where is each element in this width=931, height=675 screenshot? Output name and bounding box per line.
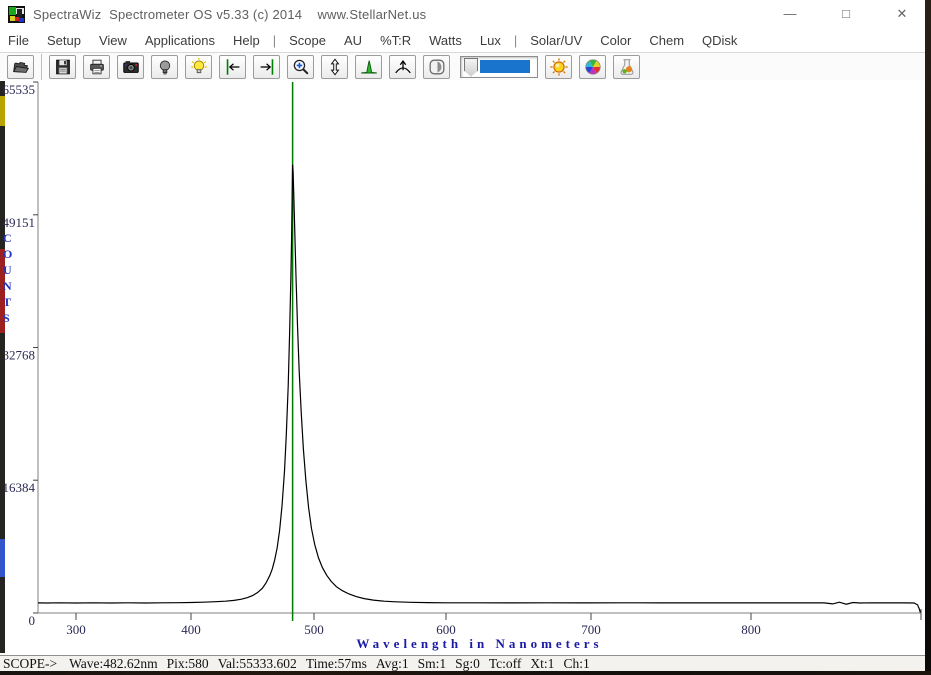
lamp-on-icon	[189, 57, 209, 77]
menu-item-scope[interactable]: Scope	[280, 29, 335, 52]
x-tick-label: 800	[741, 622, 761, 637]
y-tick-label: 0	[29, 613, 36, 628]
cursor-left-button[interactable]	[219, 55, 246, 79]
x-axis-title: Wavelength in Nanometers	[38, 636, 921, 652]
status-field: Time:57ms	[306, 656, 367, 672]
lamp-off-icon	[155, 57, 175, 77]
menu-item-watts[interactable]: Watts	[420, 29, 471, 52]
toolbar	[0, 53, 925, 81]
x-tick-label: 400	[181, 622, 201, 637]
status-field: Val:55333.602	[218, 656, 297, 672]
save-icon	[53, 57, 73, 77]
title-bar: SpectraWiz Spectrometer OS v5.33 (c) 201…	[0, 0, 925, 28]
autoscale-button[interactable]	[321, 55, 348, 79]
menu-item-qdisk[interactable]: QDisk	[693, 29, 746, 52]
menu-item-file[interactable]: File	[0, 29, 38, 52]
peak-arrow-icon	[393, 57, 413, 77]
menu-item--t-r[interactable]: %T:R	[371, 29, 420, 52]
camera-icon	[121, 57, 141, 77]
y-tick-label: 16384	[3, 480, 36, 495]
menu-item-setup[interactable]: Setup	[38, 29, 90, 52]
y-tick-label: 32768	[3, 348, 36, 363]
menu-item-au[interactable]: AU	[335, 29, 371, 52]
status-mode-label: SCOPE->	[3, 656, 57, 672]
autoscale-icon	[325, 57, 345, 77]
status-field: Wave:482.62nm	[69, 656, 158, 672]
status-field: Sm:1	[418, 656, 447, 672]
chem-analysis-button[interactable]	[613, 55, 640, 79]
x-tick-label: 500	[304, 622, 324, 637]
status-field: Xt:1	[530, 656, 554, 672]
lamp-on-button[interactable]	[185, 55, 212, 79]
minimize-button[interactable]: —	[775, 0, 805, 28]
y-axis-title: COUNTS	[3, 230, 15, 326]
status-field: Ch:1	[563, 656, 589, 672]
slider-thumb[interactable]	[464, 58, 478, 77]
chart-area[interactable]: 655354915132768163840300400500600700800 …	[0, 80, 925, 655]
menu-item-solar-uv[interactable]: Solar/UV	[521, 29, 591, 52]
menu-item-color[interactable]: Color	[591, 29, 640, 52]
slider-fill	[480, 60, 530, 73]
menu-separator: |	[269, 33, 280, 48]
menu-separator: |	[510, 33, 521, 48]
open-folder-icon	[11, 57, 31, 77]
status-bar: SCOPE-> Wave:482.62nm Pix:580 Val:55333.602…	[0, 655, 925, 672]
snapshot-button[interactable]	[117, 55, 144, 79]
spectrum-view-button[interactable]	[355, 55, 382, 79]
half-dark-icon	[427, 57, 447, 77]
window-controls: — □ ✕	[775, 0, 917, 28]
y-tick-label: 49151	[3, 215, 36, 230]
sun-icon	[549, 57, 569, 77]
desktop-edge-bottom	[0, 671, 931, 675]
x-tick-label: 300	[66, 622, 86, 637]
menu-item-help[interactable]: Help	[224, 29, 269, 52]
status-field: Pix:580	[167, 656, 209, 672]
status-field: Tc:off	[489, 656, 522, 672]
color-measure-button[interactable]	[579, 55, 606, 79]
spectrum-trace	[38, 165, 920, 613]
window-title: SpectraWiz Spectrometer OS v5.33 (c) 201…	[33, 7, 426, 22]
cursor-right-button[interactable]	[253, 55, 280, 79]
menu-bar: FileSetupViewApplicationsHelp|ScopeAU%T:…	[0, 28, 925, 53]
menu-item-view[interactable]: View	[90, 29, 136, 52]
x-tick-label: 600	[436, 622, 456, 637]
peak-hold-button[interactable]	[389, 55, 416, 79]
close-button[interactable]: ✕	[887, 0, 917, 28]
menu-item-applications[interactable]: Applications	[136, 29, 224, 52]
sun-irradiance-button[interactable]	[545, 55, 572, 79]
desktop-edge-right	[925, 0, 931, 675]
spectrum-plot[interactable]: 65535 49151 32768 16384 0 300 400 500 600 700 800	[0, 80, 925, 655]
menu-item-chem[interactable]: Chem	[640, 29, 693, 52]
menu-item-lux[interactable]: Lux	[471, 29, 510, 52]
save-button[interactable]	[49, 55, 76, 79]
zoom-in-icon	[291, 57, 311, 77]
open-file-button[interactable]	[7, 55, 34, 79]
chem-beaker-icon	[617, 57, 637, 77]
x-tick-label: 700	[581, 622, 601, 637]
lamp-off-button[interactable]	[151, 55, 178, 79]
cursor-right-icon	[257, 57, 277, 77]
print-button[interactable]	[83, 55, 110, 79]
app-window: SpectraWiz Spectrometer OS v5.33 (c) 201…	[0, 0, 925, 671]
y-tick-label: 65535	[3, 82, 36, 97]
integration-time-slider[interactable]	[460, 56, 538, 78]
status-field: Avg:1	[376, 656, 409, 672]
printer-icon	[87, 57, 107, 77]
app-icon	[8, 6, 25, 23]
cursor-left-icon	[223, 57, 243, 77]
status-field: Sg:0	[455, 656, 480, 672]
dark-reference-button[interactable]	[423, 55, 450, 79]
maximize-button[interactable]: □	[831, 0, 861, 28]
zoom-in-button[interactable]	[287, 55, 314, 79]
spectrum-peak-icon	[359, 57, 379, 77]
color-wheel-icon	[583, 57, 603, 77]
toolbar-divider	[41, 54, 42, 80]
